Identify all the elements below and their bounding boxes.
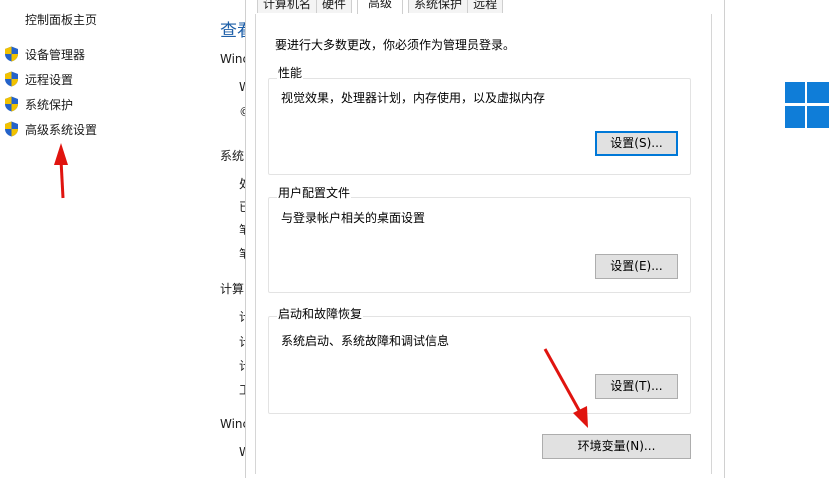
sidebar-item-remote-settings[interactable]: 远程设置	[4, 70, 73, 88]
tab-advanced[interactable]: 高级	[357, 0, 404, 15]
tab-remote[interactable]: 远程	[467, 0, 504, 13]
tab-hardware[interactable]: 硬件	[316, 0, 353, 13]
sidebar-item-label: 远程设置	[25, 72, 74, 87]
tab-system-protection[interactable]: 系统保护	[408, 0, 469, 13]
shield-icon	[5, 121, 18, 137]
shield-icon	[5, 46, 18, 62]
sidebar-item-label: 高级系统设置	[25, 122, 98, 137]
shield-icon	[5, 96, 18, 112]
sidebar-item-device-manager[interactable]: 设备管理器	[4, 45, 85, 63]
startup-recovery-group-label: 启动和故障恢复	[277, 305, 364, 322]
user-profiles-group-label: 用户配置文件	[277, 184, 352, 201]
performance-group-label: 性能	[277, 64, 304, 81]
left-nav-pane: 控制面板主页 设备管理器 远程设置 系统保护 高级系统设置	[0, 0, 200, 474]
performance-settings-button[interactable]: 设置(S)...	[595, 131, 678, 156]
environment-variables-button[interactable]: 环境变量(N)...	[542, 434, 691, 459]
section-label: 系统	[220, 149, 245, 163]
admin-note: 要进行大多数更改，你必须作为管理员登录。	[275, 38, 516, 52]
startup-recovery-description: 系统启动、系统故障和调试信息	[281, 334, 450, 348]
control-panel-home-link[interactable]: 控制面板主页	[25, 11, 97, 28]
dialog-tabs: 计算机名 硬件 高级 系统保护 远程	[257, 0, 504, 15]
sidebar-item-label: 系统保护	[25, 97, 74, 112]
startup-recovery-settings-button[interactable]: 设置(T)...	[595, 374, 678, 399]
windows-logo-icon	[785, 82, 829, 130]
sidebar-item-label: 设备管理器	[25, 47, 86, 62]
sidebar-item-advanced-system-settings[interactable]: 高级系统设置	[4, 120, 97, 138]
user-profiles-settings-button[interactable]: 设置(E)...	[595, 254, 678, 279]
user-profiles-description: 与登录帐户相关的桌面设置	[281, 211, 426, 225]
section-label: 计算	[220, 282, 245, 296]
sidebar-item-system-protection[interactable]: 系统保护	[4, 95, 73, 113]
tab-computer-name[interactable]: 计算机名	[257, 0, 318, 13]
shield-icon	[5, 71, 18, 87]
startup-recovery-group	[268, 316, 691, 414]
performance-description: 视觉效果，处理器计划，内存使用，以及虚拟内存	[281, 91, 546, 105]
